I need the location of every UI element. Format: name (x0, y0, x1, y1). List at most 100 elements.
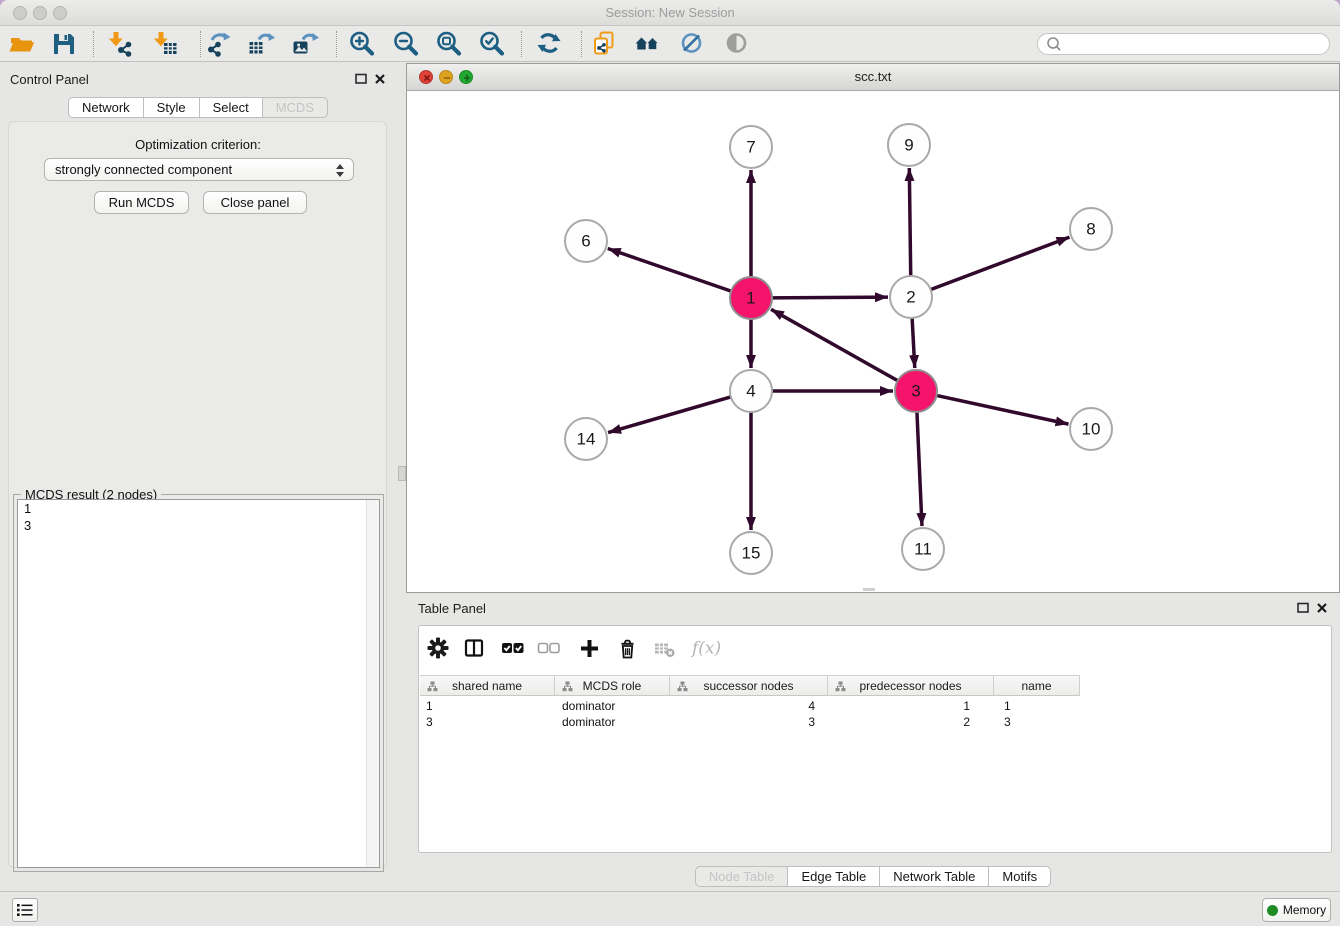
export-table-button[interactable] (245, 28, 277, 60)
toolbar-separator (581, 31, 582, 57)
unchecked-boxes-icon (537, 637, 561, 659)
graph-node-label-9: 9 (904, 136, 913, 155)
delete-table-button[interactable] (651, 635, 677, 661)
close-panel-button[interactable]: Close panel (203, 191, 307, 214)
refresh-layout-button[interactable] (533, 28, 565, 60)
window-resize-mark[interactable] (863, 588, 875, 591)
close-panel-icon[interactable] (1316, 602, 1328, 614)
cell-successor-nodes: 3 (670, 714, 828, 730)
tab-node-table[interactable]: Node Table (695, 866, 789, 887)
tab-network[interactable]: Network (68, 97, 144, 118)
table-settings-button[interactable] (425, 635, 451, 661)
node-table-container: f(x) shared name MCDS role (418, 625, 1332, 853)
refresh-icon (534, 29, 564, 59)
graph-node-label-7: 7 (746, 138, 755, 157)
float-panel-icon[interactable] (1297, 602, 1309, 614)
deselect-all-button[interactable] (536, 635, 562, 661)
close-panel-icon[interactable] (374, 73, 386, 85)
graph-edge-4-14[interactable] (608, 396, 734, 433)
tab-network-table[interactable]: Network Table (879, 866, 989, 887)
hide-graphics-details-button[interactable] (676, 28, 708, 60)
search-input[interactable] (1063, 35, 1329, 53)
task-history-button[interactable] (12, 898, 38, 922)
zoom-selected-button[interactable] (476, 28, 508, 60)
hierarchy-icon (562, 681, 573, 692)
export-table-icon (246, 29, 276, 59)
tab-motifs[interactable]: Motifs (988, 866, 1051, 887)
save-session-button[interactable] (48, 28, 80, 60)
network-window-titlebar: scc.txt (407, 64, 1339, 91)
tab-edge-table[interactable]: Edge Table (787, 866, 880, 887)
optimization-criterion-select[interactable]: strongly connected component (44, 158, 354, 181)
table-delete-icon (653, 637, 676, 660)
tab-select[interactable]: Select (199, 97, 263, 118)
half-filled-circle-icon (722, 29, 752, 59)
column-header-successor-nodes[interactable]: successor nodes (670, 675, 828, 696)
mcds-result-list: 1 3 (17, 499, 380, 868)
graph-edge-3-10[interactable] (934, 395, 1069, 424)
result-scrollbar[interactable] (366, 500, 379, 867)
column-layout-button[interactable] (461, 635, 487, 661)
graph-node-label-6: 6 (581, 232, 590, 251)
zoom-in-button[interactable] (346, 28, 378, 60)
plus-icon (578, 637, 601, 660)
status-bar: Memory (0, 891, 1340, 926)
column-header-name[interactable]: name (994, 675, 1080, 696)
float-panel-icon[interactable] (355, 73, 367, 85)
add-row-button[interactable] (576, 635, 602, 661)
export-image-button[interactable] (289, 28, 321, 60)
open-folder-icon (7, 29, 37, 59)
zoom-out-button[interactable] (390, 28, 422, 60)
search-field[interactable] (1037, 33, 1330, 55)
column-header-mcds-role[interactable]: MCDS role (555, 675, 670, 696)
graph-node-label-10: 10 (1082, 420, 1101, 439)
column-label: name (1021, 679, 1051, 693)
network-canvas[interactable]: 7968124314101511 (407, 91, 1339, 592)
combo-chevrons-icon (335, 163, 345, 178)
overview-homes-button[interactable] (632, 28, 664, 60)
import-table-icon (150, 29, 180, 59)
graph-node-label-2: 2 (906, 288, 915, 307)
main-toolbar (0, 26, 1340, 62)
graph-edge-2-8[interactable] (928, 237, 1070, 291)
column-header-predecessor-nodes[interactable]: predecessor nodes (828, 675, 994, 696)
memory-label: Memory (1283, 903, 1326, 917)
network-window-title: scc.txt (407, 69, 1339, 84)
hierarchy-icon (835, 681, 846, 692)
graph-edge-2-3[interactable] (912, 315, 915, 368)
graph-edge-3-1[interactable] (771, 309, 900, 382)
export-network-button[interactable] (202, 28, 234, 60)
clone-network-button[interactable] (589, 28, 621, 60)
control-panel-tabs: Network Style Select MCDS (0, 97, 396, 118)
toolbar-separator (336, 31, 337, 57)
graph-edge-2-9[interactable] (909, 168, 910, 279)
tab-style[interactable]: Style (143, 97, 200, 118)
zoom-fit-icon (434, 29, 464, 59)
import-network-button[interactable] (104, 28, 136, 60)
split-panes-icon (463, 637, 485, 659)
zoom-fit-button[interactable] (433, 28, 465, 60)
open-session-button[interactable] (6, 28, 38, 60)
birdseye-view-button[interactable] (721, 28, 753, 60)
zoom-in-icon (347, 29, 377, 59)
table-row[interactable]: 1 dominator 4 1 1 (420, 698, 1080, 714)
run-mcds-button[interactable]: Run MCDS (94, 191, 189, 214)
panel-splitter-handle[interactable] (398, 466, 406, 481)
graph-node-label-1: 1 (746, 289, 755, 308)
column-header-shared-name[interactable]: shared name (420, 675, 555, 696)
main-titlebar: Session: New Session (0, 0, 1340, 26)
fx-icon: f(x) (690, 637, 722, 659)
graph-edge-1-6[interactable] (608, 249, 734, 293)
select-all-button[interactable] (500, 635, 526, 661)
function-builder-button[interactable]: f(x) (689, 635, 723, 661)
graph-edge-1-2[interactable] (769, 297, 888, 298)
memory-button[interactable]: Memory (1262, 898, 1331, 922)
tab-mcds[interactable]: MCDS (262, 97, 328, 118)
graph-edge-3-11[interactable] (917, 409, 922, 526)
import-table-button[interactable] (149, 28, 181, 60)
combo-value: strongly connected component (55, 162, 232, 177)
memory-status-dot (1267, 905, 1278, 916)
table-row[interactable]: 3 dominator 3 2 3 (420, 714, 1080, 730)
export-network-icon (203, 29, 233, 59)
delete-row-button[interactable] (614, 635, 640, 661)
